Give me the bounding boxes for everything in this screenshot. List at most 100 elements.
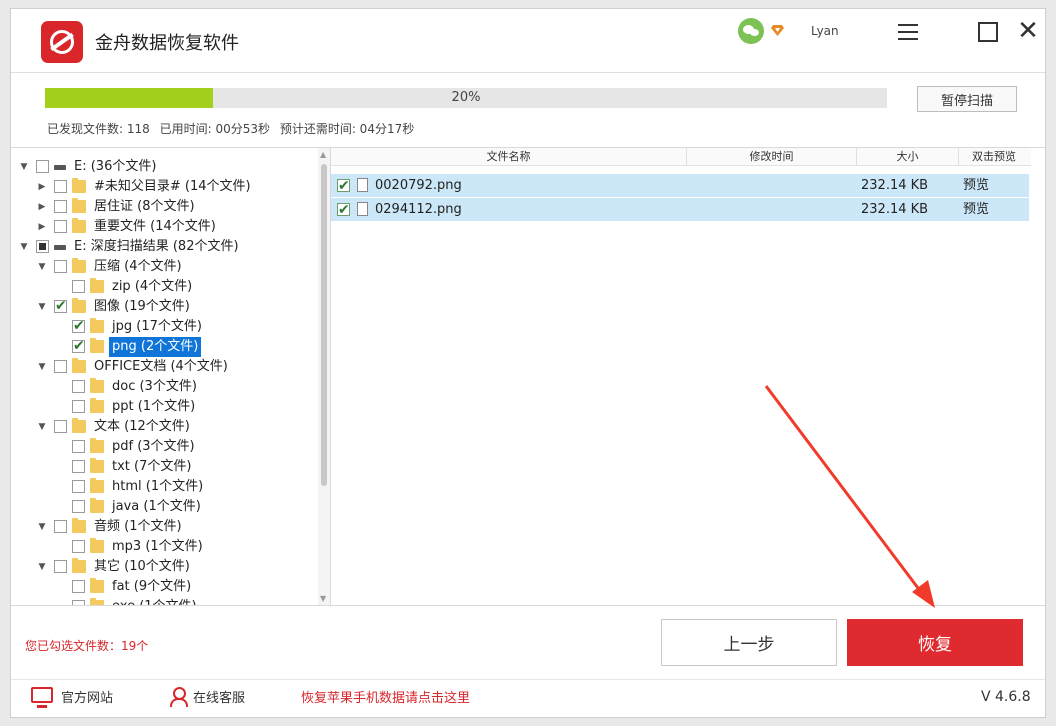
tree-checkbox[interactable] [72, 540, 85, 553]
tree-node-label[interactable]: 音频 (1个文件) [94, 517, 182, 537]
tree-checkbox[interactable] [72, 500, 85, 513]
tree-node-label[interactable]: OFFICE文档 (4个文件) [94, 357, 228, 377]
tree-node-label[interactable]: exe (1个文件) [112, 597, 197, 605]
chevron-down-icon[interactable]: ▼ [19, 237, 29, 257]
tree-node-label[interactable]: 压缩 (4个文件) [94, 257, 182, 277]
tree-node[interactable]: ppt (1个文件) [11, 397, 311, 417]
chevron-down-icon[interactable]: ▼ [37, 297, 47, 317]
tree-node-label[interactable]: 文本 (12个文件) [94, 417, 190, 437]
maximize-icon[interactable] [975, 19, 1001, 45]
tree-checkbox[interactable] [54, 200, 67, 213]
tree-node[interactable]: ▶ 居住证 (8个文件) [11, 197, 311, 217]
file-checkbox[interactable] [337, 175, 350, 198]
tree-node-label[interactable]: mp3 (1个文件) [112, 537, 203, 557]
menu-icon[interactable] [895, 19, 921, 45]
tree-node-label[interactable]: java (1个文件) [112, 497, 201, 517]
tree-node-label[interactable]: fat (9个文件) [112, 577, 191, 597]
tree-checkbox[interactable] [54, 420, 67, 433]
tree-node[interactable]: jpg (17个文件) [11, 316, 311, 337]
tree-node[interactable]: ▶ 重要文件 (14个文件) [11, 217, 311, 237]
tree-node[interactable]: java (1个文件) [11, 497, 311, 517]
tree-node-label[interactable]: jpg (17个文件) [112, 317, 202, 337]
tree-node-label[interactable]: zip (4个文件) [112, 277, 192, 297]
tree-node[interactable]: ▼ 图像 (19个文件) [11, 296, 311, 317]
tree-node-label[interactable]: html (1个文件) [112, 477, 203, 497]
column-size[interactable]: 大小 [857, 148, 959, 166]
tree-node-label[interactable]: 其它 (10个文件) [94, 557, 190, 577]
file-row[interactable]: 0294112.png 232.14 KB 预览 [331, 198, 1029, 222]
tree-checkbox[interactable] [36, 160, 49, 173]
tree-node[interactable]: ▶ #未知父目录# (14个文件) [11, 177, 311, 197]
tree-node-label[interactable]: doc (3个文件) [112, 377, 197, 397]
tree-node[interactable]: exe (1个文件) [11, 597, 311, 605]
scroll-up-icon[interactable]: ▲ [320, 150, 326, 159]
user-name[interactable]: Lyan [811, 24, 839, 38]
tree-checkbox[interactable] [54, 520, 67, 533]
scroll-down-icon[interactable]: ▼ [320, 594, 326, 603]
chevron-down-icon[interactable]: ▼ [37, 417, 47, 437]
tree-node[interactable]: ▼ OFFICE文档 (4个文件) [11, 357, 311, 377]
file-checkbox[interactable] [337, 199, 350, 222]
column-modified-time[interactable]: 修改时间 [687, 148, 857, 166]
tree-scroll-thumb[interactable] [321, 164, 327, 486]
tree-checkbox[interactable] [36, 240, 49, 253]
tree-checkbox[interactable] [72, 480, 85, 493]
tree-checkbox[interactable] [72, 580, 85, 593]
tree-node[interactable]: ▼ 音频 (1个文件) [11, 517, 311, 537]
tree-node-label[interactable]: E: (36个文件) [74, 157, 156, 177]
tree-node-label[interactable]: #未知父目录# (14个文件) [94, 177, 251, 197]
tree-node-label[interactable]: E: 深度扫描结果 (82个文件) [74, 237, 239, 257]
tree-checkbox[interactable] [72, 440, 85, 453]
tree-node[interactable]: zip (4个文件) [11, 277, 311, 297]
tree-node[interactable]: ▼ E: 深度扫描结果 (82个文件) [11, 237, 311, 257]
tree-checkbox[interactable] [72, 400, 85, 413]
tree-checkbox[interactable] [54, 296, 67, 316]
tree-node[interactable]: ▼ E: (36个文件) [11, 157, 311, 177]
pause-scan-button[interactable]: 暂停扫描 [917, 86, 1017, 112]
tree-checkbox[interactable] [54, 180, 67, 193]
tree-node-label[interactable]: 重要文件 (14个文件) [94, 217, 216, 237]
recover-button[interactable]: 恢复 [847, 619, 1023, 666]
tree-checkbox[interactable] [72, 460, 85, 473]
tree-checkbox[interactable] [54, 260, 67, 273]
wechat-icon[interactable] [738, 18, 764, 44]
monitor-icon[interactable] [31, 687, 53, 708]
tree-checkbox[interactable] [72, 380, 85, 393]
tree-node-label[interactable]: pdf (3个文件) [112, 437, 195, 457]
chevron-right-icon[interactable]: ▶ [37, 217, 47, 237]
chevron-down-icon[interactable]: ▼ [19, 157, 29, 177]
chevron-down-icon[interactable]: ▼ [37, 557, 47, 577]
tree-scrollbar[interactable]: ▲ ▼ [318, 148, 330, 605]
previous-step-button[interactable]: 上一步 [661, 619, 837, 666]
tree-node-label[interactable]: 图像 (19个文件) [94, 297, 190, 317]
chevron-down-icon[interactable]: ▼ [37, 357, 47, 377]
tree-node[interactable]: png (2个文件) [11, 336, 311, 357]
tree-node-label[interactable]: txt (7个文件) [112, 457, 191, 477]
column-preview[interactable]: 双击预览 [959, 148, 1029, 166]
tree-node[interactable]: ▼ 压缩 (4个文件) [11, 257, 311, 277]
customer-service-icon[interactable] [169, 687, 188, 707]
online-service-link[interactable]: 在线客服 [193, 689, 245, 709]
vip-diamond-icon[interactable] [771, 25, 784, 36]
file-preview-link[interactable]: 预览 [963, 174, 989, 197]
tree-checkbox[interactable] [72, 280, 85, 293]
chevron-right-icon[interactable]: ▶ [37, 197, 47, 217]
tree-checkbox[interactable] [54, 220, 67, 233]
close-icon[interactable]: ✕ [1015, 18, 1041, 45]
official-site-link[interactable]: 官方网站 [61, 689, 113, 709]
tree-node[interactable]: ▼ 其它 (10个文件) [11, 557, 311, 577]
tree-node[interactable]: mp3 (1个文件) [11, 537, 311, 557]
tree-node-label[interactable]: png (2个文件) [109, 337, 202, 357]
iphone-recovery-link[interactable]: 恢复苹果手机数据请点击这里 [301, 689, 470, 709]
file-preview-link[interactable]: 预览 [963, 198, 989, 221]
column-file-name[interactable]: 文件名称 [331, 148, 687, 166]
chevron-down-icon[interactable]: ▼ [37, 257, 47, 277]
tree-node[interactable]: doc (3个文件) [11, 377, 311, 397]
tree-node[interactable]: html (1个文件) [11, 477, 311, 497]
tree-node[interactable]: ▼ 文本 (12个文件) [11, 417, 311, 437]
tree-node-label[interactable]: 居住证 (8个文件) [94, 197, 195, 217]
file-row[interactable]: 0020792.png 232.14 KB 预览 [331, 174, 1029, 198]
chevron-right-icon[interactable]: ▶ [37, 177, 47, 197]
tree-node[interactable]: txt (7个文件) [11, 457, 311, 477]
tree-node[interactable]: fat (9个文件) [11, 577, 311, 597]
